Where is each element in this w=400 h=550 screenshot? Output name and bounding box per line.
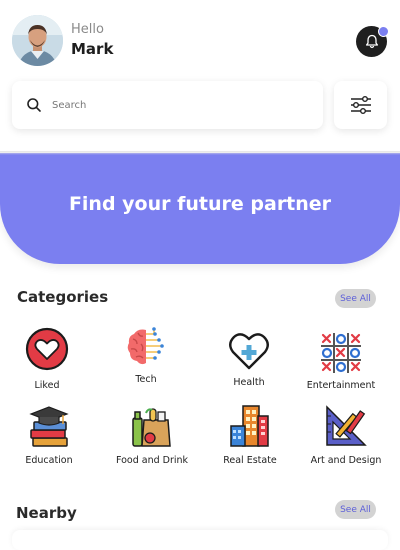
bell-icon bbox=[365, 34, 378, 49]
nearby-title: Nearby bbox=[16, 504, 77, 522]
category-label: Education bbox=[25, 455, 73, 466]
category-art-and-design[interactable]: Art and Design bbox=[298, 403, 394, 466]
sliders-icon bbox=[350, 96, 371, 114]
category-tech[interactable]: Tech bbox=[98, 324, 194, 385]
category-health[interactable]: Health bbox=[201, 330, 297, 388]
category-label: Tech bbox=[135, 374, 157, 385]
graduation-books-icon bbox=[26, 403, 72, 449]
nearby-see-all-button[interactable]: See All bbox=[335, 500, 376, 519]
brain-circuit-icon bbox=[123, 324, 169, 370]
heart-plus-icon bbox=[226, 330, 272, 372]
ruler-pencil-icon bbox=[323, 403, 369, 449]
categories-see-all-button[interactable]: See All bbox=[335, 289, 376, 308]
grocery-bag-icon bbox=[129, 403, 175, 449]
avatar[interactable] bbox=[12, 15, 63, 66]
notification-badge bbox=[378, 26, 389, 37]
tic-tac-toe-icon bbox=[318, 331, 364, 375]
buildings-icon bbox=[227, 403, 273, 449]
category-label: Real Estate bbox=[223, 455, 277, 466]
search-icon bbox=[27, 98, 41, 112]
greeting-text: Hello bbox=[71, 22, 104, 37]
user-name: Mark bbox=[71, 40, 114, 58]
category-real-estate[interactable]: Real Estate bbox=[202, 403, 298, 466]
categories-title: Categories bbox=[17, 288, 109, 306]
banner-text: Find your future partner bbox=[68, 193, 332, 215]
filter-button[interactable] bbox=[334, 81, 387, 129]
category-label: Food and Drink bbox=[115, 455, 189, 466]
nearby-card[interactable] bbox=[12, 530, 388, 550]
category-label: Art and Design bbox=[310, 455, 382, 466]
category-education[interactable]: Education bbox=[1, 403, 97, 466]
search-input[interactable] bbox=[50, 98, 294, 112]
heart-icon bbox=[24, 326, 70, 372]
category-label: Entertainment bbox=[306, 380, 376, 391]
search-bar[interactable] bbox=[12, 81, 323, 129]
category-entertainment[interactable]: Entertainment bbox=[293, 331, 389, 391]
category-label: Health bbox=[233, 377, 265, 388]
category-label: Liked bbox=[34, 380, 60, 391]
category-food-and-drink[interactable]: Food and Drink bbox=[104, 403, 200, 466]
promo-banner[interactable]: Find your future partner bbox=[0, 151, 400, 264]
category-liked[interactable]: Liked bbox=[0, 326, 95, 391]
